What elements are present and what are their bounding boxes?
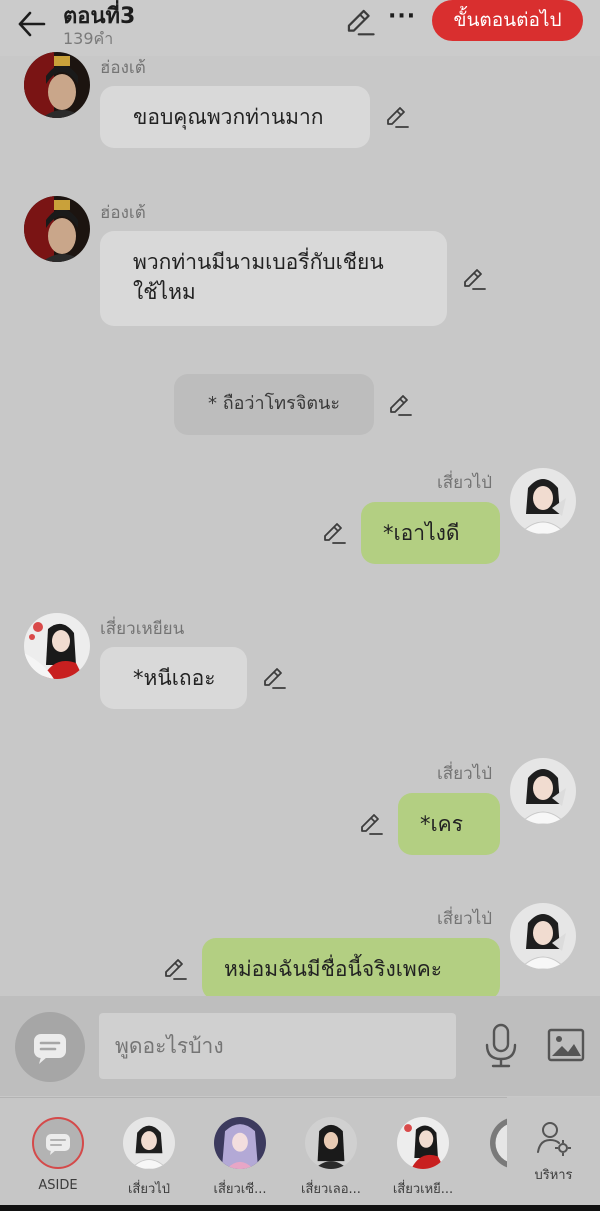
tab-label: เสี่ยวเซี... [213,1182,267,1197]
tab-character-partial[interactable] [490,1117,508,1169]
edit-message-pencil-icon[interactable] [261,665,287,691]
sender-name: เสี่ยวไป่ [437,473,493,493]
tab-label: ASIDE [38,1178,78,1193]
sender-name: เสี่ยวเหยียน [100,619,185,639]
next-step-button[interactable]: ขั้นตอนต่อไป [432,0,583,41]
message-bubble[interactable]: หม่อมฉันมีชื่อนี้จริงเพคะ [202,938,500,1000]
avatar-xiaobai[interactable] [510,758,576,824]
edit-title-pencil-icon[interactable] [344,6,376,38]
message-line: ใช้ไหม [133,280,196,304]
manage-tab[interactable]: บริหาร [507,1097,600,1205]
sender-name: ฮ่องเต้ [100,203,146,223]
message-bubble[interactable]: ขอบคุณพวกท่านมาก [100,86,370,148]
tab-character[interactable]: เสี่ยวเหยี... [378,1117,468,1199]
edit-message-pencil-icon[interactable] [387,392,413,418]
avatar-xiaobai[interactable] [510,468,576,534]
message-bubble[interactable]: พวกท่านมีนามเบอรี่กับเชียน ใช้ไหม [100,231,447,326]
edit-message-pencil-icon[interactable] [461,266,487,292]
avatar-emperor[interactable] [24,52,90,118]
character-avatar [214,1117,266,1169]
image-icon[interactable] [546,1025,586,1065]
message-bubble[interactable]: *เอาไงดี [361,502,500,564]
tab-character[interactable]: เสี่ยวไป่ [104,1117,194,1199]
character-avatar [490,1118,508,1168]
sender-name: เสี่ยวไป่ [437,764,493,784]
microphone-icon[interactable] [483,1023,519,1069]
tab-character[interactable]: เสี่ยวเลอ... [286,1117,376,1199]
avatar-xiaoyan[interactable] [24,613,90,679]
tab-label: เสี่ยวไป่ [127,1182,171,1197]
tab-aside[interactable]: ASIDE [13,1117,103,1193]
back-arrow-icon[interactable] [14,6,50,42]
character-avatar [397,1117,449,1169]
tab-label: เสี่ยวเลอ... [301,1182,361,1197]
sender-name: เสี่ยวไป่ [437,909,493,929]
character-avatar [123,1117,175,1169]
avatar-xiaobai[interactable] [510,903,576,969]
word-count: 139คำ [63,29,114,48]
tab-character[interactable]: เสี่ยวเซี... [195,1117,285,1199]
message-input[interactable] [99,1013,456,1079]
sender-name: ฮ่องเต้ [100,58,146,78]
aside-toggle-button[interactable] [15,1012,85,1082]
edit-message-pencil-icon[interactable] [358,811,384,837]
character-avatar [305,1117,357,1169]
tab-label: เสี่ยวเหยี... [392,1182,454,1197]
edit-message-pencil-icon[interactable] [162,956,188,982]
message-line: พวกท่านมีนามเบอรี่กับเชียน [133,250,384,274]
edit-message-pencil-icon[interactable] [321,520,347,546]
chat-bubble-icon [46,1134,70,1155]
aside-bubble[interactable]: * ถือว่าโทรจิตนะ [174,374,374,435]
tab-label: บริหาร [534,1168,573,1183]
avatar-emperor[interactable] [24,196,90,262]
more-options-icon[interactable]: ··· [388,4,416,29]
message-bubble[interactable]: *เคร [398,793,500,855]
chat-bubble-icon [34,1034,66,1064]
aside-tab-avatar [32,1117,84,1169]
top-bar: ตอนที่3 139คำ ··· ขั้นตอนต่อไป [0,0,600,56]
message-bubble[interactable]: *หนีเถอะ [100,647,247,709]
manage-user-gear-icon [537,1122,571,1156]
system-nav-strip [0,1205,600,1211]
edit-message-pencil-icon[interactable] [384,104,410,130]
